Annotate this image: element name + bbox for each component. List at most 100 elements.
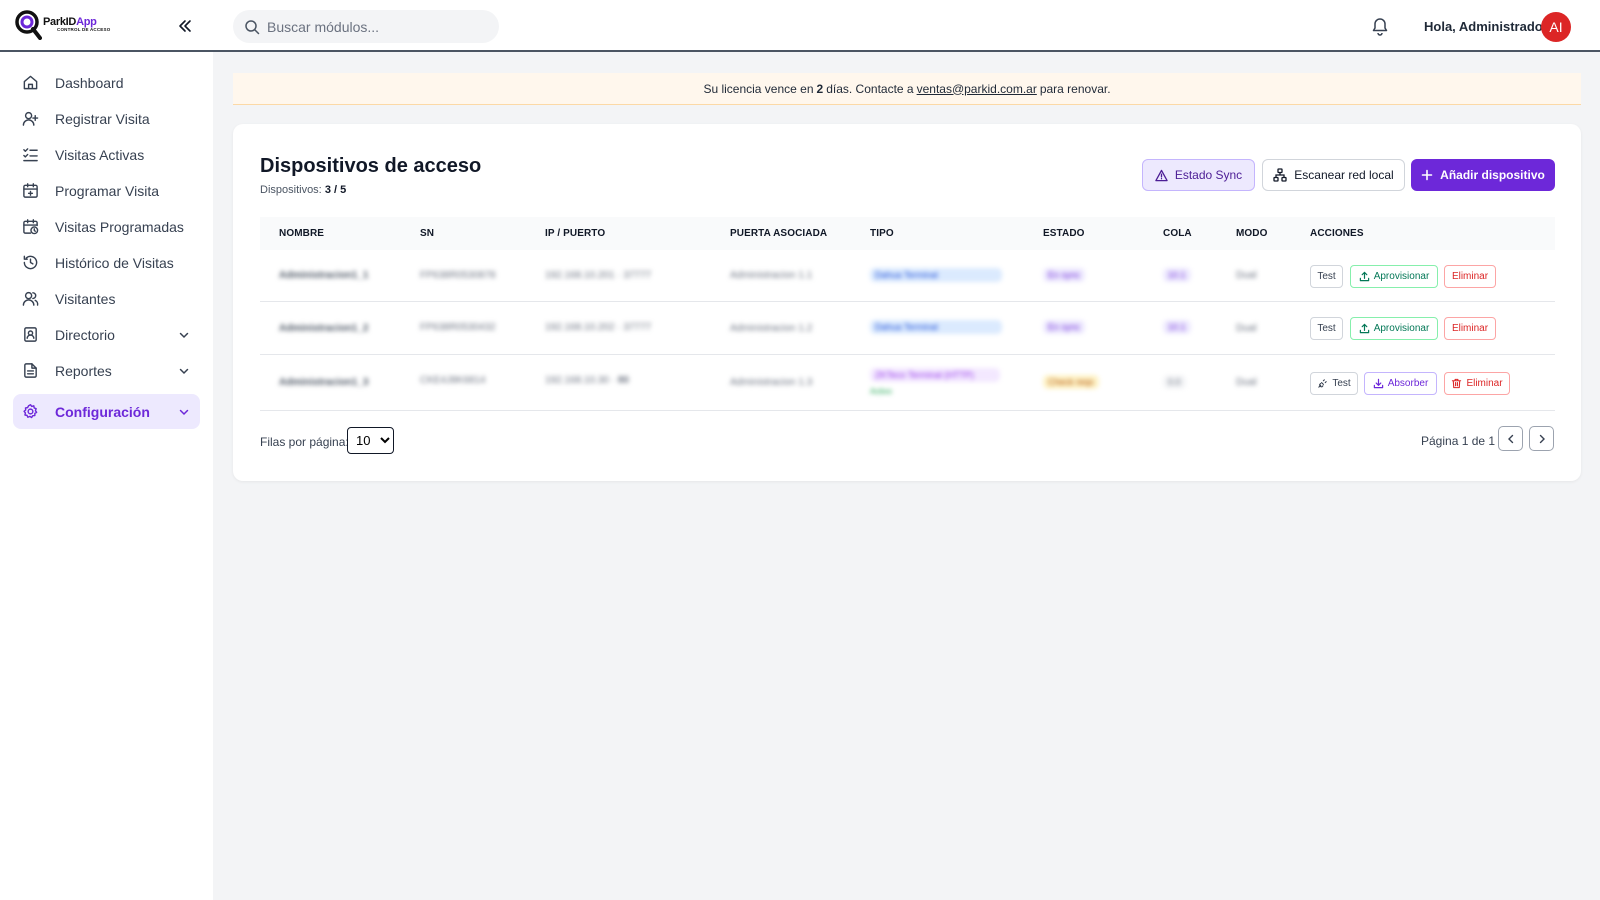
file-text-icon [21, 362, 39, 380]
provision-button[interactable]: Aprovisionar [1350, 317, 1438, 340]
col-modo: MODO [1236, 228, 1268, 239]
cell-port: 37777 [623, 322, 652, 333]
cell-puerta: Administracion 1.2 [730, 323, 813, 334]
cell-ip-address: 192.168.10.202 [545, 322, 615, 333]
cell-ip: 192.168.10.30 · 80 [545, 375, 629, 386]
download-icon [1373, 378, 1383, 389]
cell-sn: FP638R0530432 [420, 322, 496, 333]
top-bar: ParkIDApp CONTROL DE ACCESO Hola, Admini… [0, 0, 1600, 52]
delete-label: Eliminar [1451, 271, 1489, 282]
add-device-button[interactable]: Añadir dispositivo [1411, 159, 1555, 191]
search-input[interactable] [267, 18, 487, 35]
devices-count-value: 3 / 5 [324, 184, 347, 196]
cell-modo: Dual [1236, 377, 1257, 388]
user-greeting: Hola, Administrador [1424, 19, 1548, 34]
sidebar-item-label: Visitas Activas [55, 146, 145, 163]
cell-tipo-sub: Activo [870, 387, 892, 396]
sidebar-item-label: Visitas Programadas [55, 218, 184, 235]
cell-sn: CKE4J8K6814 [420, 375, 486, 386]
users-icon [21, 290, 39, 308]
prev-page-button[interactable] [1498, 426, 1523, 451]
cell-estado-badge: En sync [1043, 320, 1086, 334]
cell-nombre: Administracion1_3 [279, 377, 369, 388]
sidebar-item-visitas-activas[interactable]: Visitas Activas [13, 137, 200, 172]
gear-icon [21, 403, 39, 421]
delete-button[interactable]: Eliminar [1444, 372, 1510, 395]
app-logo[interactable]: ParkIDApp CONTROL DE ACCESO [14, 10, 110, 40]
sidebar-item-label: Programar Visita [55, 182, 160, 199]
notifications-bell-icon[interactable] [1370, 16, 1392, 38]
test-label: Test [1317, 271, 1336, 282]
banner-email-link[interactable]: ventas@parkid.com.ar [917, 82, 1037, 96]
sidebar-item-configuracion[interactable]: Configuración [13, 394, 200, 429]
history-icon [21, 254, 39, 272]
cell-estado-badge: Check reqs [1043, 375, 1099, 389]
cell-sn: FP638R0530878 [420, 270, 496, 281]
list-checks-icon [21, 146, 39, 164]
test-button[interactable]: Test [1310, 265, 1343, 288]
warning-triangle-icon [1155, 169, 1168, 181]
sidebar-item-programar-visita[interactable]: Programar Visita [13, 173, 200, 208]
sidebar-item-label: Directorio [55, 326, 115, 343]
provision-button[interactable]: Aprovisionar [1350, 265, 1438, 288]
delete-button[interactable]: Eliminar [1444, 265, 1496, 288]
delete-button[interactable]: Eliminar [1444, 317, 1496, 340]
chevrons-left-icon [179, 20, 191, 32]
trash-icon [1452, 378, 1462, 389]
col-tipo: TIPO [870, 228, 894, 239]
sidebar-item-label: Dashboard [55, 74, 124, 91]
sidebar-item-visitantes[interactable]: Visitantes [13, 281, 200, 316]
delete-label: Eliminar [1466, 378, 1503, 389]
plus-icon [1421, 169, 1433, 181]
cell-estado-badge: En sync [1043, 268, 1086, 282]
sidebar-item-reportes[interactable]: Reportes [13, 353, 200, 388]
col-puerta-asociada: PUERTA ASOCIADA [730, 228, 828, 239]
next-page-button[interactable] [1529, 426, 1554, 451]
sidebar-item-dashboard[interactable]: Dashboard [13, 65, 200, 100]
banner-text-before: Su licencia vence en [703, 81, 814, 96]
cell-modo: Dual [1236, 270, 1257, 281]
sync-status-label: Estado Sync [1174, 168, 1243, 182]
sidebar-item-visitas-programadas[interactable]: Visitas Programadas [13, 209, 200, 244]
devices-card: Dispositivos de acceso Dispositivos: 3 /… [233, 124, 1581, 481]
search-icon [245, 19, 260, 34]
devices-count-label: Dispositivos: [260, 184, 322, 196]
test-label: Test [1317, 323, 1336, 334]
cell-ip: 192.168.10.202 · 37777 [545, 322, 652, 333]
table-row: Administracion1_3 CKE4J8K6814 192.168.10… [260, 355, 1555, 411]
logo-pin-icon [14, 10, 42, 40]
search-box[interactable] [233, 10, 499, 43]
col-cola: COLA [1163, 228, 1192, 239]
license-banner: Su licencia vence en 2 días. Contacte a … [233, 73, 1581, 105]
absorb-label: Absorber [1387, 378, 1429, 389]
sidebar: Dashboard Registrar Visita Visitas Activ… [0, 52, 213, 900]
cell-port: 37777 [623, 270, 652, 281]
network-icon [1273, 168, 1287, 182]
sync-status-button[interactable]: Estado Sync [1142, 159, 1255, 191]
page-title: Dispositivos de acceso [260, 155, 482, 177]
absorb-button[interactable]: Absorber [1364, 372, 1437, 395]
sidebar-item-label: Configuración [55, 403, 150, 420]
avatar[interactable]: AI [1541, 12, 1571, 42]
test-button[interactable]: Test [1310, 372, 1358, 395]
chevron-left-icon [1507, 434, 1513, 443]
cell-ip: 192.168.10.201 · 37777 [545, 270, 652, 281]
test-label: Test [1332, 378, 1351, 389]
table-header: NOMBRE SN IP / PUERTO PUERTA ASOCIADA TI… [260, 217, 1555, 250]
cell-port: 80 [617, 375, 629, 386]
sidebar-item-registrar-visita[interactable]: Registrar Visita [13, 101, 200, 136]
cell-puerta: Administracion 1.3 [730, 377, 813, 388]
banner-text-mid: días. Contacte a [826, 81, 914, 96]
sidebar-item-directorio[interactable]: Directorio [13, 317, 200, 352]
sidebar-item-historico-de-visitas[interactable]: Histórico de Visitas [13, 245, 200, 280]
rows-per-page-select[interactable]: 10 [347, 427, 394, 454]
provision-label: Aprovisionar [1373, 271, 1430, 282]
collapse-sidebar-button[interactable] [174, 15, 196, 37]
sidebar-item-label: Registrar Visita [55, 110, 150, 127]
scan-network-button[interactable]: Escanear red local [1262, 159, 1405, 191]
test-button[interactable]: Test [1310, 317, 1343, 340]
delete-label: Eliminar [1451, 323, 1489, 334]
table-row: Administracion1_1 FP638R0530878 192.168.… [260, 250, 1555, 302]
col-ip-puerto: IP / PUERTO [545, 228, 606, 239]
chevron-down-icon [178, 364, 190, 382]
